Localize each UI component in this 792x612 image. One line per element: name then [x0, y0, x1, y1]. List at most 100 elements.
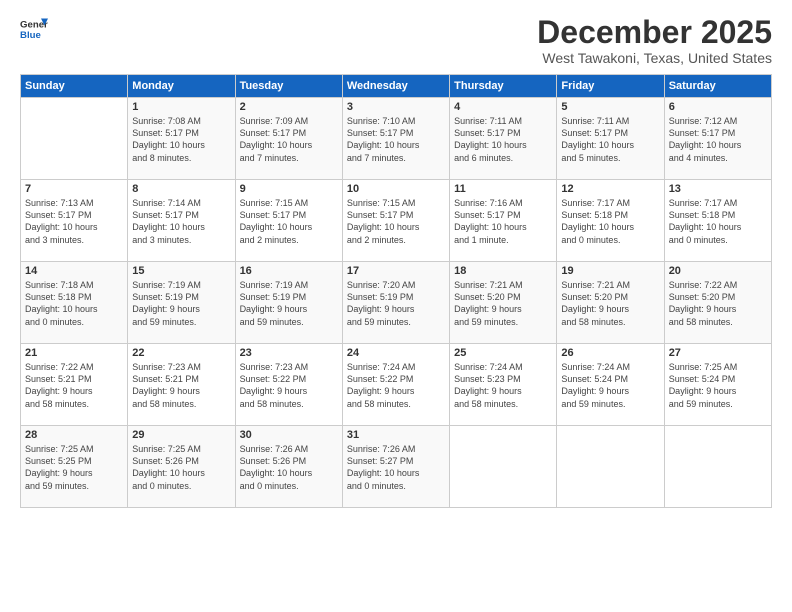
day-header-friday: Friday: [557, 75, 664, 98]
day-cell: 20 Sunrise: 7:22 AM Sunset: 5:20 PM Dayli…: [664, 262, 771, 344]
day-cell: 31Sunrise: 7:26 AM Sunset: 5:27 PM Dayli…: [342, 426, 449, 508]
day-header-wednesday: Wednesday: [342, 75, 449, 98]
day-info: Sunrise: 7:20 AM Sunset: 5:19 PM Dayligh…: [347, 279, 445, 328]
day-info: Sunrise: 7:24 AM Sunset: 5:23 PM Dayligh…: [454, 361, 552, 410]
day-cell: 10 Sunrise: 7:15 AM Sunset: 5:17 PM Dayli…: [342, 180, 449, 262]
day-number: 19: [561, 265, 659, 277]
day-number: 2: [240, 101, 338, 113]
day-number: 16: [240, 265, 338, 277]
day-number: 6: [669, 101, 767, 113]
day-info: Sunrise: 7:21 AM Sunset: 5:20 PM Dayligh…: [561, 279, 659, 328]
day-cell: 16Sunrise: 7:19 AM Sunset: 5:19 PM Dayli…: [235, 262, 342, 344]
day-info: Sunrise: 7:11 AM Sunset: 5:17 PM Dayligh…: [561, 115, 659, 164]
day-cell: 21Sunrise: 7:22 AM Sunset: 5:21 PM Dayli…: [21, 344, 128, 426]
day-number: 11: [454, 183, 552, 195]
day-number: 30: [240, 429, 338, 441]
day-header-thursday: Thursday: [450, 75, 557, 98]
day-number: 14: [25, 265, 123, 277]
day-number: 31: [347, 429, 445, 441]
day-number: 29: [132, 429, 230, 441]
day-cell: 18Sunrise: 7:21 AM Sunset: 5:20 PM Dayli…: [450, 262, 557, 344]
day-info: Sunrise: 7:25 AM Sunset: 5:25 PM Dayligh…: [25, 443, 123, 492]
day-cell: 8 Sunrise: 7:14 AM Sunset: 5:17 PM Daylig…: [128, 180, 235, 262]
header-row: SundayMondayTuesdayWednesdayThursdayFrid…: [21, 75, 772, 98]
svg-text:Blue: Blue: [20, 30, 41, 41]
day-cell: 13 Sunrise: 7:17 AM Sunset: 5:18 PM Dayli…: [664, 180, 771, 262]
week-row-3: 14 Sunrise: 7:18 AM Sunset: 5:18 PM Dayli…: [21, 262, 772, 344]
day-info: Sunrise: 7:13 AM Sunset: 5:17 PM Dayligh…: [25, 197, 123, 246]
day-cell: 28Sunrise: 7:25 AM Sunset: 5:25 PM Dayli…: [21, 426, 128, 508]
week-row-4: 21Sunrise: 7:22 AM Sunset: 5:21 PM Dayli…: [21, 344, 772, 426]
day-number: 5: [561, 101, 659, 113]
day-header-sunday: Sunday: [21, 75, 128, 98]
day-number: 3: [347, 101, 445, 113]
day-number: 8: [132, 183, 230, 195]
day-info: Sunrise: 7:16 AM Sunset: 5:17 PM Dayligh…: [454, 197, 552, 246]
day-cell: 29 Sunrise: 7:25 AM Sunset: 5:26 PM Dayli…: [128, 426, 235, 508]
day-header-saturday: Saturday: [664, 75, 771, 98]
day-cell: 3 Sunrise: 7:10 AM Sunset: 5:17 PM Daylig…: [342, 98, 449, 180]
logo-icon: General Blue: [20, 15, 48, 43]
header: General Blue December 2025 West Tawakoni…: [20, 15, 772, 66]
day-number: 25: [454, 347, 552, 359]
day-cell: 12Sunrise: 7:17 AM Sunset: 5:18 PM Dayli…: [557, 180, 664, 262]
day-info: Sunrise: 7:17 AM Sunset: 5:18 PM Dayligh…: [669, 197, 767, 246]
day-info: Sunrise: 7:14 AM Sunset: 5:17 PM Dayligh…: [132, 197, 230, 246]
calendar-table: SundayMondayTuesdayWednesdayThursdayFrid…: [20, 74, 772, 508]
day-cell: 22Sunrise: 7:23 AM Sunset: 5:21 PM Dayli…: [128, 344, 235, 426]
week-row-1: 1Sunrise: 7:08 AM Sunset: 5:17 PM Daylig…: [21, 98, 772, 180]
day-info: Sunrise: 7:15 AM Sunset: 5:17 PM Dayligh…: [347, 197, 445, 246]
day-info: Sunrise: 7:19 AM Sunset: 5:19 PM Dayligh…: [132, 279, 230, 328]
day-number: 15: [132, 265, 230, 277]
month-title: December 2025: [537, 15, 772, 50]
day-info: Sunrise: 7:26 AM Sunset: 5:26 PM Dayligh…: [240, 443, 338, 492]
day-cell: 5 Sunrise: 7:11 AM Sunset: 5:17 PM Daylig…: [557, 98, 664, 180]
day-cell: 2 Sunrise: 7:09 AM Sunset: 5:17 PM Daylig…: [235, 98, 342, 180]
day-info: Sunrise: 7:11 AM Sunset: 5:17 PM Dayligh…: [454, 115, 552, 164]
day-info: Sunrise: 7:24 AM Sunset: 5:22 PM Dayligh…: [347, 361, 445, 410]
day-cell: 6 Sunrise: 7:12 AM Sunset: 5:17 PM Daylig…: [664, 98, 771, 180]
day-info: Sunrise: 7:22 AM Sunset: 5:20 PM Dayligh…: [669, 279, 767, 328]
day-number: 22: [132, 347, 230, 359]
day-number: 9: [240, 183, 338, 195]
day-number: 27: [669, 347, 767, 359]
day-info: Sunrise: 7:17 AM Sunset: 5:18 PM Dayligh…: [561, 197, 659, 246]
day-number: 17: [347, 265, 445, 277]
day-info: Sunrise: 7:18 AM Sunset: 5:18 PM Dayligh…: [25, 279, 123, 328]
day-cell: 9Sunrise: 7:15 AM Sunset: 5:17 PM Daylig…: [235, 180, 342, 262]
day-number: 10: [347, 183, 445, 195]
day-cell: 4 Sunrise: 7:11 AM Sunset: 5:17 PM Daylig…: [450, 98, 557, 180]
day-cell: 14 Sunrise: 7:18 AM Sunset: 5:18 PM Dayli…: [21, 262, 128, 344]
day-number: 21: [25, 347, 123, 359]
main-container: General Blue December 2025 West Tawakoni…: [0, 0, 792, 612]
day-info: Sunrise: 7:25 AM Sunset: 5:24 PM Dayligh…: [669, 361, 767, 410]
day-info: Sunrise: 7:21 AM Sunset: 5:20 PM Dayligh…: [454, 279, 552, 328]
day-cell: 26Sunrise: 7:24 AM Sunset: 5:24 PM Dayli…: [557, 344, 664, 426]
day-header-monday: Monday: [128, 75, 235, 98]
day-cell: [557, 426, 664, 508]
day-cell: 11 Sunrise: 7:16 AM Sunset: 5:17 PM Dayli…: [450, 180, 557, 262]
day-cell: 25 Sunrise: 7:24 AM Sunset: 5:23 PM Dayli…: [450, 344, 557, 426]
day-number: 20: [669, 265, 767, 277]
day-number: 23: [240, 347, 338, 359]
day-info: Sunrise: 7:10 AM Sunset: 5:17 PM Dayligh…: [347, 115, 445, 164]
day-cell: 19 Sunrise: 7:21 AM Sunset: 5:20 PM Dayli…: [557, 262, 664, 344]
day-cell: 23 Sunrise: 7:23 AM Sunset: 5:22 PM Dayli…: [235, 344, 342, 426]
day-cell: 27 Sunrise: 7:25 AM Sunset: 5:24 PM Dayli…: [664, 344, 771, 426]
day-info: Sunrise: 7:12 AM Sunset: 5:17 PM Dayligh…: [669, 115, 767, 164]
day-cell: 24Sunrise: 7:24 AM Sunset: 5:22 PM Dayli…: [342, 344, 449, 426]
location-title: West Tawakoni, Texas, United States: [537, 50, 772, 66]
week-row-2: 7Sunrise: 7:13 AM Sunset: 5:17 PM Daylig…: [21, 180, 772, 262]
day-number: 13: [669, 183, 767, 195]
day-number: 4: [454, 101, 552, 113]
day-info: Sunrise: 7:24 AM Sunset: 5:24 PM Dayligh…: [561, 361, 659, 410]
logo: General Blue: [20, 15, 48, 43]
day-header-tuesday: Tuesday: [235, 75, 342, 98]
title-block: December 2025 West Tawakoni, Texas, Unit…: [537, 15, 772, 66]
day-cell: 17 Sunrise: 7:20 AM Sunset: 5:19 PM Dayli…: [342, 262, 449, 344]
day-number: 1: [132, 101, 230, 113]
day-cell: [664, 426, 771, 508]
day-info: Sunrise: 7:25 AM Sunset: 5:26 PM Dayligh…: [132, 443, 230, 492]
day-info: Sunrise: 7:23 AM Sunset: 5:22 PM Dayligh…: [240, 361, 338, 410]
day-info: Sunrise: 7:09 AM Sunset: 5:17 PM Dayligh…: [240, 115, 338, 164]
